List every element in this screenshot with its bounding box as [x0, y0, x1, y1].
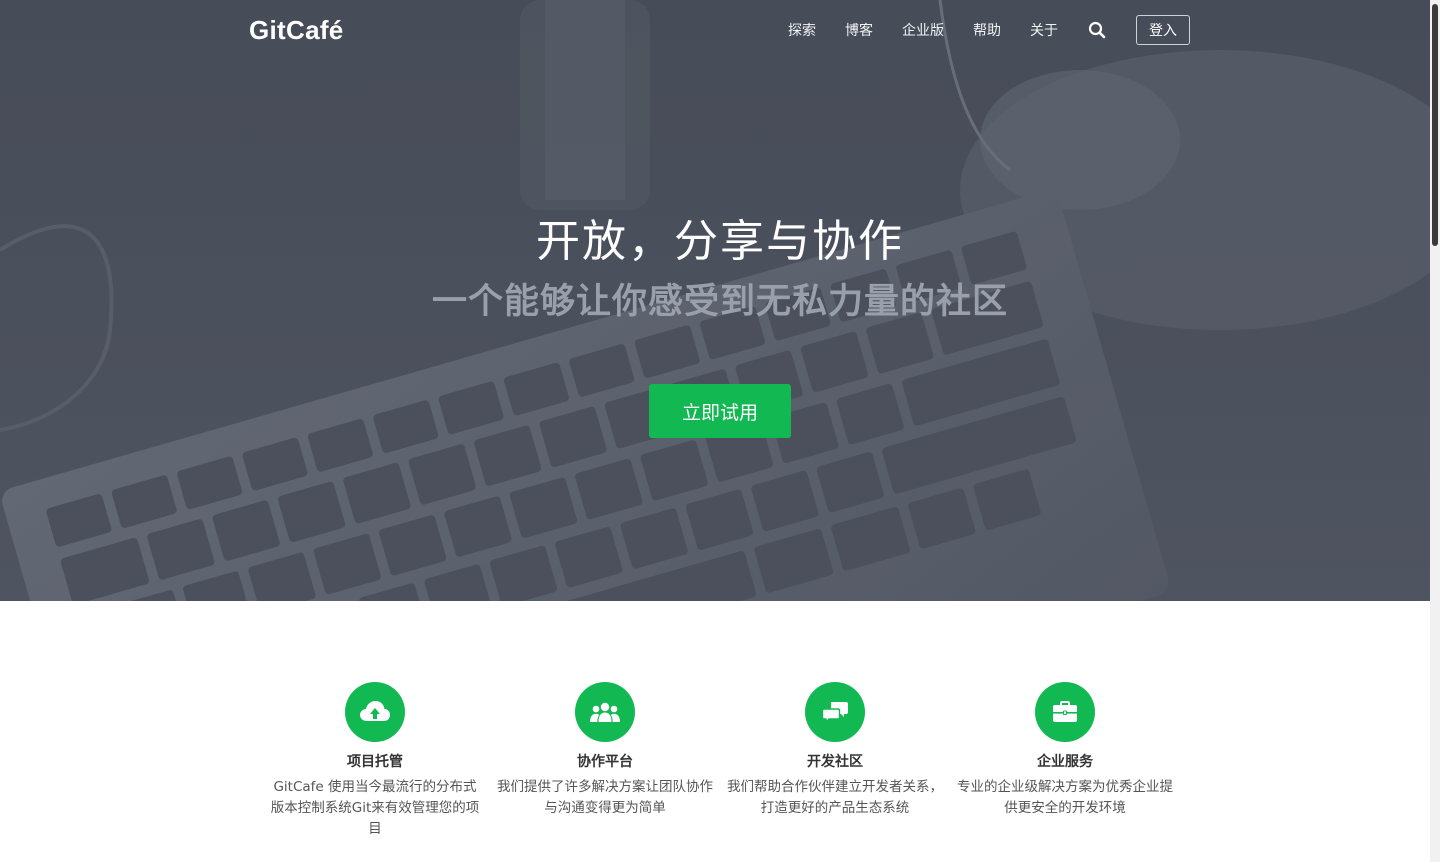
feature-description: GitCafe 使用当今最流行的分布式版本控制系统Git来有效管理您的项目 [270, 779, 480, 837]
login-button[interactable]: 登入 [1136, 15, 1190, 45]
cloud-upload-icon [345, 682, 405, 742]
nav-item-explore[interactable]: 探索 [788, 20, 816, 40]
feature-description: 我们帮助合作伙伴建立开发者关系，打造更好的产品生态系统 [727, 779, 943, 816]
page-scrollbar[interactable] [1430, 0, 1440, 862]
try-now-button[interactable]: 立即试用 [649, 384, 791, 438]
hero-title: 开放，分享与协作 [536, 216, 904, 267]
nav-item-blog[interactable]: 博客 [845, 20, 873, 40]
nav-item-about[interactable]: 关于 [1030, 20, 1058, 40]
briefcase-icon [1035, 682, 1095, 742]
feature-title: 项目托管 [347, 754, 403, 770]
users-group-icon [575, 682, 635, 742]
features-section: 项目托管 GitCafe 使用当今最流行的分布式版本控制系统Git来有效管理您的… [260, 682, 1180, 840]
search-icon[interactable] [1088, 21, 1106, 39]
hero-subtitle: 一个能够让你感受到无私力量的社区 [431, 282, 1008, 322]
logo[interactable]: GitCafé [249, 15, 344, 46]
feature-description: 我们提供了许多解决方案让团队协作与沟通变得更为简单 [497, 779, 713, 816]
nav-item-help[interactable]: 帮助 [973, 20, 1001, 40]
feature-collaboration: 协作平台 我们提供了许多解决方案让团队协作与沟通变得更为简单 [490, 682, 720, 840]
feature-enterprise: 企业服务 专业的企业级解决方案为优秀企业提供更安全的开发环境 [950, 682, 1180, 840]
feature-hosting: 项目托管 GitCafe 使用当今最流行的分布式版本控制系统Git来有效管理您的… [260, 682, 490, 840]
top-navbar: GitCafé 探索 博客 企业版 帮助 关于 登入 [0, 0, 1430, 60]
hero-section: GitCafé 探索 博客 企业版 帮助 关于 登入 开放，分享与协作 一个能够… [0, 0, 1430, 601]
feature-title: 企业服务 [1037, 754, 1093, 770]
feature-community: 开发社区 我们帮助合作伙伴建立开发者关系，打造更好的产品生态系统 [720, 682, 950, 840]
scrollbar-thumb[interactable] [1432, 4, 1438, 246]
feature-description: 专业的企业级解决方案为优秀企业提供更安全的开发环境 [957, 779, 1173, 816]
chat-bubbles-icon [805, 682, 865, 742]
nav-menu: 探索 博客 企业版 帮助 关于 登入 [788, 15, 1190, 45]
feature-title: 开发社区 [807, 754, 863, 770]
feature-title: 协作平台 [577, 754, 633, 770]
nav-item-enterprise[interactable]: 企业版 [902, 20, 944, 40]
